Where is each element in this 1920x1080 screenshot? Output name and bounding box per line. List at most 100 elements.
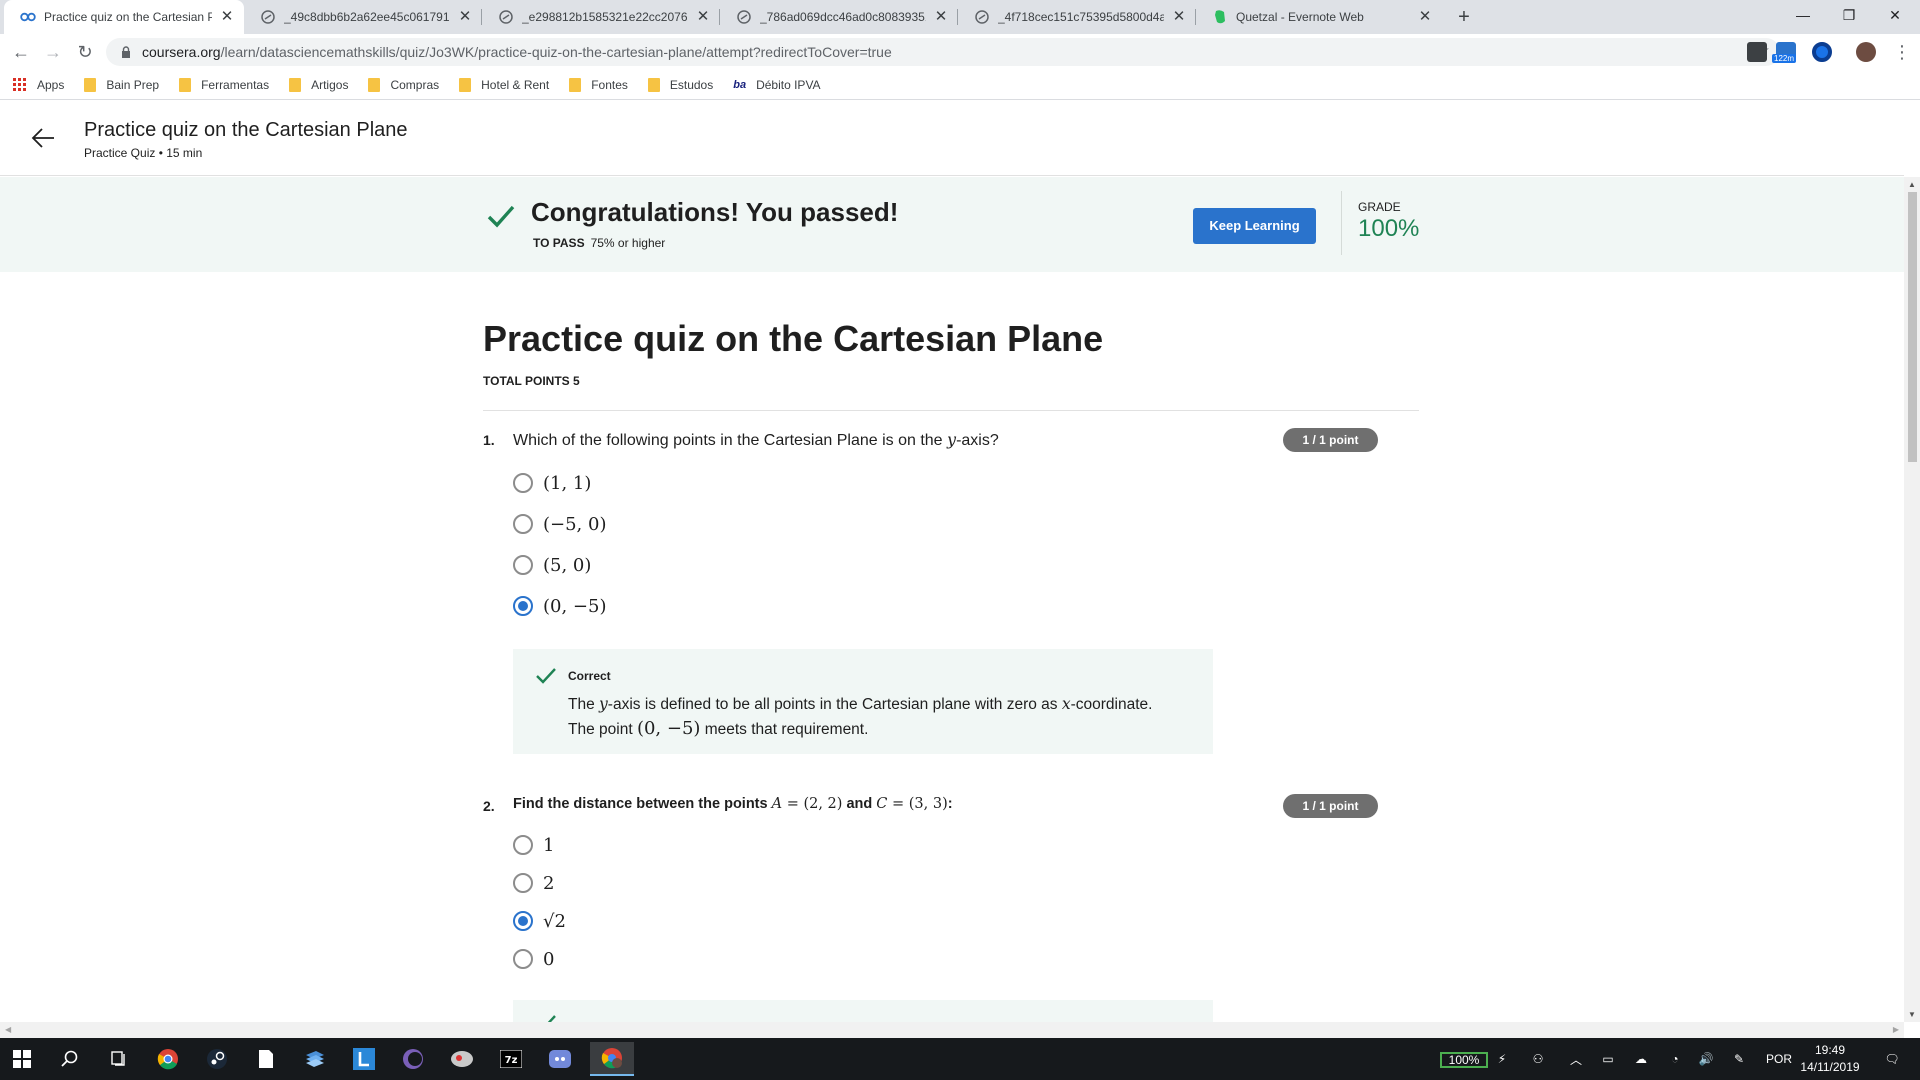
feedback-box: Correct The y-axis is defined to be all … (513, 649, 1213, 754)
horizontal-scrollbar[interactable]: ◀ ▶ (0, 1022, 1904, 1038)
feedback-text-part: The (568, 696, 600, 713)
bookmark-compras[interactable]: Compras (368, 77, 439, 92)
radio-button-checked[interactable] (513, 911, 533, 931)
people-icon[interactable]: ⚇ (1528, 1038, 1548, 1080)
minimize-button[interactable]: — (1780, 0, 1826, 30)
answer-option[interactable]: 2 (513, 872, 554, 894)
extension-badge-icon[interactable]: 122m (1772, 42, 1797, 63)
tab-3[interactable]: _e298812b1585321e22cc207627 ✕ (482, 0, 720, 34)
keep-learning-button[interactable]: Keep Learning (1193, 208, 1316, 244)
answer-option[interactable]: 0 (513, 948, 554, 970)
question-text-part: -axis? (956, 432, 999, 449)
points-badge: 1 / 1 point (1283, 794, 1378, 818)
pen-icon[interactable]: ✎ (1728, 1038, 1750, 1080)
answer-option-selected[interactable]: √2 (513, 910, 566, 932)
radio-button[interactable] (513, 873, 533, 893)
folder-app-icon[interactable] (293, 1042, 337, 1076)
chrome-user-app-icon[interactable] (590, 1042, 634, 1076)
close-tab-icon[interactable]: ✕ (694, 8, 712, 26)
math-point: (0, −5) (636, 718, 701, 739)
close-tab-icon[interactable]: ✕ (1170, 8, 1188, 26)
search-icon[interactable] (48, 1042, 92, 1076)
close-tab-icon[interactable]: ✕ (218, 8, 236, 26)
chevron-up-icon[interactable]: ︿ (1568, 1038, 1584, 1080)
vertical-scrollbar[interactable]: ▲ ▼ (1904, 177, 1920, 1022)
radio-button[interactable] (513, 835, 533, 855)
close-window-button[interactable]: ✕ (1872, 0, 1918, 30)
math-expression: = (2, 2) (782, 796, 843, 812)
option-label: (1, 1) (543, 472, 592, 494)
steam-app-icon[interactable] (195, 1042, 239, 1076)
question-number: 2. (483, 798, 495, 814)
onedrive-icon[interactable]: ☁ (1630, 1038, 1652, 1080)
tab-2[interactable]: _49c8dbb6b2a62ee45c06179162 ✕ (244, 0, 482, 34)
answer-option[interactable]: (5, 0) (513, 554, 591, 576)
result-banner: Congratulations! You passed! TO PASS 75% … (0, 177, 1904, 272)
math-variable: y (947, 430, 957, 449)
answer-option[interactable]: (−5, 0) (513, 513, 606, 535)
radio-button-checked[interactable] (513, 596, 533, 616)
back-arrow-icon[interactable] (30, 125, 56, 151)
scrollbar-thumb[interactable] (1908, 192, 1917, 462)
scroll-right-icon[interactable]: ▶ (1893, 1025, 1899, 1034)
feedback-label: Correct (568, 669, 611, 683)
taskbar-clock[interactable]: 19:49 14/11/2019 (1785, 1042, 1875, 1076)
radio-button[interactable] (513, 555, 533, 575)
bookmark-hotel-rent[interactable]: Hotel & Rent (459, 77, 549, 92)
folder-icon (179, 77, 192, 92)
bookmark-artigos[interactable]: Artigos (289, 77, 348, 92)
bookmark-bain-prep[interactable]: Bain Prep (84, 77, 159, 92)
battery-icon[interactable]: ▭ (1598, 1038, 1618, 1080)
answer-option[interactable]: (1, 1) (513, 472, 591, 494)
answer-option-selected[interactable]: (0, −5) (513, 595, 606, 617)
tab-4[interactable]: _786ad069dcc46ad0c80839351f ✕ (720, 0, 958, 34)
bookmark-debito-ipva[interactable]: ba Débito IPVA (733, 78, 820, 92)
task-view-icon[interactable] (97, 1042, 141, 1076)
radio-button[interactable] (513, 949, 533, 969)
grade-label: GRADE (1358, 200, 1401, 214)
tab-evernote[interactable]: Quetzal - Evernote Web ✕ (1196, 0, 1442, 34)
feedback-text: The y-axis is defined to be all points i… (568, 692, 1168, 742)
extension-shield-icon[interactable] (1747, 42, 1767, 62)
battery-percentage[interactable]: 100% (1440, 1052, 1488, 1068)
extension-circle-icon[interactable] (1812, 42, 1832, 62)
menu-kebab-icon[interactable]: ⋮ (1890, 40, 1914, 64)
back-button[interactable]: ← (9, 40, 33, 64)
new-tab-button[interactable]: + (1452, 6, 1476, 28)
bookmark-estudos[interactable]: Estudos (647, 77, 713, 92)
forward-button[interactable]: → (41, 40, 65, 64)
chrome-app-icon[interactable] (146, 1042, 190, 1076)
answer-option[interactable]: 1 (513, 834, 554, 856)
check-icon (547, 1015, 556, 1022)
bookmark-ferramentas[interactable]: Ferramentas (179, 77, 269, 92)
eclipse-app-icon[interactable] (391, 1042, 435, 1076)
radio-button[interactable] (513, 473, 533, 493)
file-app-icon[interactable] (244, 1042, 288, 1076)
scroll-left-icon[interactable]: ◀ (5, 1025, 11, 1034)
radio-button[interactable] (513, 514, 533, 534)
reload-button[interactable]: ↻ (73, 40, 97, 64)
windows-start-icon[interactable] (0, 1042, 44, 1076)
7zip-app-icon[interactable]: 7z (489, 1042, 533, 1076)
restore-button[interactable]: ❐ (1826, 0, 1872, 30)
header-title: Practice quiz on the Cartesian Plane (84, 119, 408, 141)
close-tab-icon[interactable]: ✕ (932, 8, 950, 26)
l-app-icon[interactable] (342, 1042, 386, 1076)
tab-coursera-quiz[interactable]: Practice quiz on the Cartesian Pla ✕ (4, 0, 244, 34)
power-plug-icon[interactable]: ⚡ (1492, 1038, 1512, 1080)
profile-avatar[interactable] (1856, 42, 1876, 62)
scroll-down-icon[interactable]: ▼ (1908, 1010, 1916, 1019)
tab-5[interactable]: _4f718cec151c75395d5800d4a2 ✕ (958, 0, 1196, 34)
bookmark-apps[interactable]: Apps (13, 77, 64, 92)
address-bar[interactable]: coursera.org/learn/datasciencemathskills… (106, 38, 1780, 66)
discord-app-icon[interactable] (538, 1042, 582, 1076)
scroll-up-icon[interactable]: ▲ (1908, 180, 1916, 189)
close-tab-icon[interactable]: ✕ (456, 8, 474, 26)
volume-icon[interactable]: 🔊 (1695, 1038, 1717, 1080)
close-tab-icon[interactable]: ✕ (1416, 8, 1434, 26)
game-app-icon[interactable] (440, 1042, 484, 1076)
bookmark-fontes[interactable]: Fontes (569, 77, 628, 92)
notifications-icon[interactable]: 🗨 (1876, 1038, 1908, 1080)
check-icon (536, 668, 556, 684)
wifi-icon[interactable]: ◔ (1664, 1038, 1686, 1080)
